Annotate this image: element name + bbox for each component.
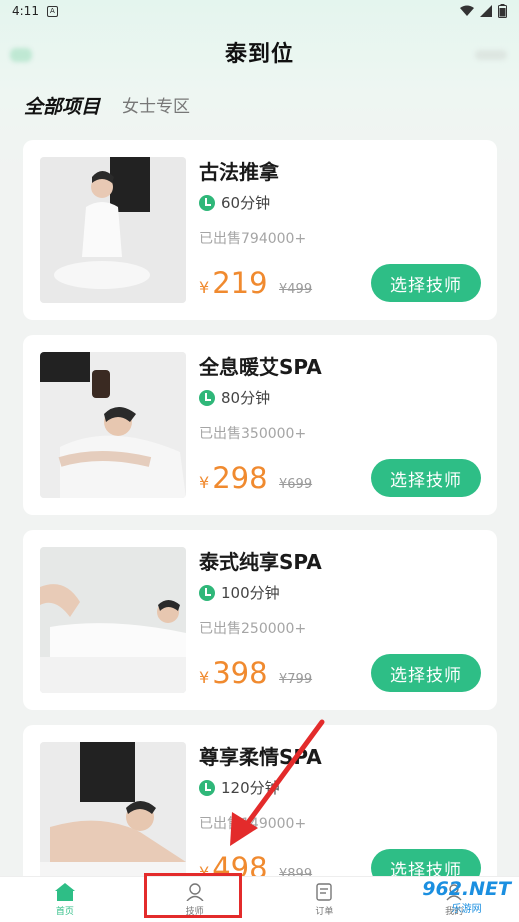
service-duration: 80分钟: [199, 387, 270, 408]
service-image: [40, 352, 186, 498]
currency-symbol: ¥: [199, 668, 210, 687]
status-icons: [460, 4, 507, 18]
sold-count: 已出售350000+: [199, 426, 307, 442]
status-bar: 4:11 A: [0, 0, 519, 22]
clock-icon: [199, 389, 215, 406]
service-photo: [40, 547, 186, 693]
select-therapist-button[interactable]: 选择技师: [371, 459, 481, 497]
status-time: 4:11: [12, 4, 39, 18]
sold-count: 已出售794000+: [199, 231, 307, 247]
watermark-subtitle: 乐游网: [451, 904, 482, 915]
service-card[interactable]: 泰式纯享SPA 100分钟 已出售250000+ ¥ 398 ¥799 选择技师: [23, 530, 497, 710]
service-photo: [40, 157, 186, 303]
wifi-icon: [460, 5, 474, 16]
duration-text: 120分钟: [221, 779, 280, 797]
duration-text: 100分钟: [221, 584, 280, 602]
clock-icon: [199, 194, 215, 211]
service-price: ¥ 219: [199, 266, 268, 300]
price-value: 219: [212, 266, 268, 300]
clock-icon: [199, 584, 215, 601]
service-image: [40, 547, 186, 693]
service-price: ¥ 298: [199, 461, 268, 495]
home-icon: [54, 882, 75, 901]
original-price: ¥499: [279, 282, 313, 297]
sold-count: 已出售149000+: [199, 816, 307, 832]
tab-all-projects[interactable]: 全部项目: [19, 92, 100, 123]
header-action[interactable]: [475, 50, 507, 60]
service-duration: 60分钟: [199, 192, 270, 213]
order-icon: [316, 882, 333, 901]
notification-icon: A: [46, 5, 58, 17]
sold-count: 已出售250000+: [199, 621, 307, 637]
tab-womens-zone[interactable]: 女士专区: [122, 92, 190, 123]
watermark-logo: 962.NET 乐游网: [422, 878, 511, 915]
original-price: ¥699: [279, 477, 313, 492]
service-image: [40, 157, 186, 303]
price-value: 298: [212, 461, 268, 495]
service-duration: 120分钟: [199, 777, 280, 798]
select-therapist-button[interactable]: 选择技师: [371, 654, 481, 692]
price-value: 398: [212, 656, 268, 690]
category-tabs: 全部项目 女士专区: [19, 92, 190, 123]
service-title: 古法推拿: [199, 160, 279, 184]
battery-icon: [498, 4, 507, 18]
tabbar-label: 订单: [315, 906, 334, 917]
watermark-brand: 962.NET: [422, 878, 511, 900]
service-photo: [40, 352, 186, 498]
currency-symbol: ¥: [199, 473, 210, 492]
tabbar-item-home[interactable]: 首页: [0, 877, 130, 922]
select-therapist-button[interactable]: 选择技师: [371, 264, 481, 302]
tabbar-item-orders[interactable]: 订单: [260, 877, 390, 922]
duration-text: 80分钟: [221, 389, 271, 407]
service-duration: 100分钟: [199, 582, 280, 603]
service-price: ¥ 398: [199, 656, 268, 690]
service-image: [40, 742, 186, 888]
duration-text: 60分钟: [221, 194, 271, 212]
original-price: ¥799: [279, 672, 313, 687]
service-title: 泰式纯享SPA: [199, 550, 322, 574]
service-card[interactable]: 古法推拿 60分钟 已出售794000+ ¥ 219 ¥499 选择技师: [23, 140, 497, 320]
clock-icon: [199, 779, 215, 796]
tabbar-label: 首页: [55, 906, 74, 917]
currency-symbol: ¥: [199, 278, 210, 297]
page-title: 泰到位: [224, 42, 294, 67]
service-title: 尊享柔情SPA: [199, 745, 322, 769]
service-card[interactable]: 全息暖艾SPA 80分钟 已出售350000+ ¥ 298 ¥699 选择技师: [23, 335, 497, 515]
service-photo: [40, 742, 186, 888]
service-title: 全息暖艾SPA: [199, 355, 322, 379]
signal-icon: [480, 5, 492, 17]
annotation-highlight-box: [144, 873, 242, 918]
